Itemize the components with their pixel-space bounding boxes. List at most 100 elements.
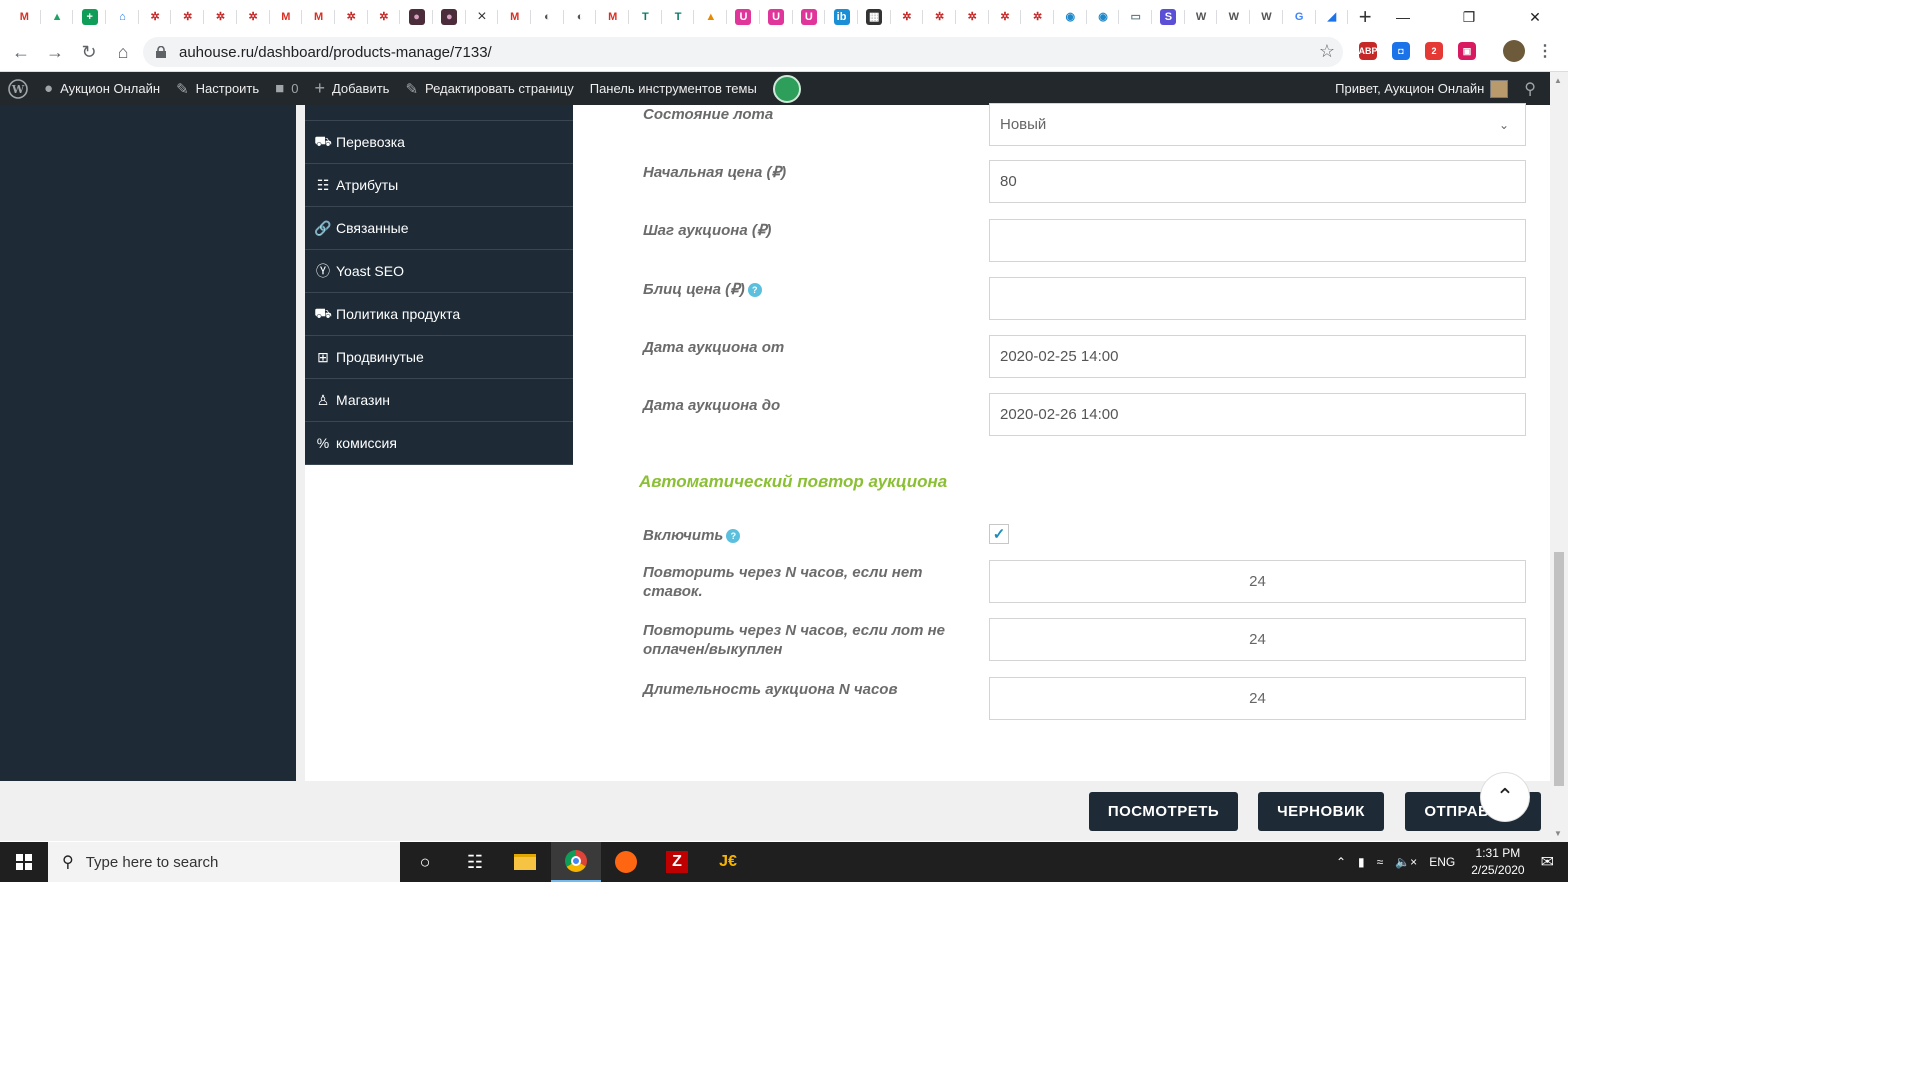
browser-tab[interactable]: ✲ <box>204 0 237 34</box>
browser-tab[interactable]: ✲ <box>989 0 1022 34</box>
cortana-icon[interactable]: ○ <box>400 842 450 882</box>
browser-tab[interactable]: M <box>270 0 303 34</box>
browser-tab[interactable]: ✲ <box>237 0 270 34</box>
file-explorer-icon[interactable] <box>500 842 550 882</box>
comments-link[interactable]: ■ 0 <box>267 72 306 105</box>
browser-tab[interactable]: T <box>662 0 695 34</box>
bookmark-star-icon[interactable]: ☆ <box>1319 41 1335 62</box>
browser-tab[interactable]: W <box>1185 0 1218 34</box>
browser-tab[interactable]: ◉ <box>1054 0 1087 34</box>
browser-tab[interactable]: M <box>596 0 629 34</box>
browser-tab[interactable]: M <box>302 0 335 34</box>
start-price-input[interactable]: 80 <box>989 160 1526 203</box>
theme-panel-link[interactable]: Панель инструментов темы <box>582 72 765 105</box>
browser-tab[interactable]: ◐ <box>564 0 597 34</box>
blitz-price-input[interactable] <box>989 277 1526 320</box>
admin-bar-account[interactable]: Привет, Аукцион Онлайн ⚲ <box>1335 72 1536 105</box>
forward-icon[interactable]: → <box>38 36 72 70</box>
browser-tab[interactable]: M <box>8 0 41 34</box>
browser-tab[interactable]: W <box>1217 0 1250 34</box>
system-clock[interactable]: 1:31 PM 2/25/2020 <box>1471 845 1524 879</box>
notification-badge-icon[interactable]: 2 <box>1425 42 1443 60</box>
show-hidden-icons[interactable]: ⌃ <box>1336 855 1346 869</box>
edit-page-link[interactable]: ✎ Редактировать страницу <box>397 72 581 105</box>
scroll-down-icon[interactable]: ▼ <box>1554 829 1562 838</box>
browser-tab[interactable]: ✲ <box>171 0 204 34</box>
wp-logo-icon[interactable]: W <box>0 72 36 105</box>
active-tab-close-icon[interactable]: × <box>465 0 499 34</box>
browser-tab[interactable]: M <box>498 0 531 34</box>
screenshot-icon[interactable]: ◘ <box>1392 42 1410 60</box>
menu-item-2[interactable]: 🔗 Связанные <box>305 207 573 250</box>
browser-tab[interactable]: ✲ <box>335 0 368 34</box>
browser-tab[interactable]: ● <box>400 0 433 34</box>
browser-tab[interactable]: ▲ <box>41 0 74 34</box>
repeat-no-bids-input[interactable]: 24 <box>989 560 1526 603</box>
draft-button[interactable]: ЧЕРНОВИК <box>1258 792 1384 831</box>
scroll-up-icon[interactable]: ▲ <box>1554 76 1562 85</box>
battery-icon[interactable]: ▮ <box>1358 855 1365 869</box>
menu-item-6[interactable]: ♙ Магазин <box>305 379 573 422</box>
browser-tab[interactable]: ⌂ <box>106 0 139 34</box>
browser-tab[interactable]: ● <box>433 0 466 34</box>
browser-tab[interactable]: ◉ <box>1087 0 1120 34</box>
home-icon[interactable]: ⌂ <box>106 36 140 70</box>
theme-badge-icon[interactable] <box>765 72 809 105</box>
browser-tab[interactable]: ✲ <box>139 0 172 34</box>
minimize-icon[interactable]: — <box>1370 0 1436 34</box>
menu-item-0[interactable]: ⛟ Перевозка <box>305 121 573 164</box>
browser-tab[interactable]: ✲ <box>891 0 924 34</box>
browser-tab[interactable]: U <box>727 0 760 34</box>
maximize-icon[interactable]: ❐ <box>1436 0 1502 34</box>
volume-mute-icon[interactable]: 🔈× <box>1395 855 1417 869</box>
browser-tab[interactable]: ib <box>825 0 858 34</box>
add-new-link[interactable]: + Добавить <box>306 72 397 105</box>
browser-tab[interactable]: U <box>793 0 826 34</box>
browser-tab[interactable]: ✲ <box>1021 0 1054 34</box>
chrome-icon[interactable] <box>551 842 601 882</box>
browser-tab[interactable]: ✲ <box>956 0 989 34</box>
help-icon[interactable]: ? <box>726 529 741 544</box>
task-view-icon[interactable]: ☷ <box>450 842 500 882</box>
browser-tab[interactable]: + <box>73 0 106 34</box>
menu-kebab-icon[interactable]: ⋮ <box>1536 42 1554 60</box>
reload-icon[interactable]: ↻ <box>72 36 106 70</box>
browser-tab[interactable]: G <box>1283 0 1316 34</box>
save-to-pocket-icon[interactable]: ▣ <box>1458 42 1476 60</box>
language-indicator[interactable]: ENG <box>1429 855 1455 869</box>
menu-item-1[interactable]: ☷ Атрибуты <box>305 164 573 207</box>
auction-step-input[interactable] <box>989 219 1526 262</box>
wifi-icon[interactable]: ≈ <box>1377 855 1384 869</box>
jetbrains-icon[interactable]: J€ <box>703 842 753 882</box>
filezilla-icon[interactable]: Z <box>652 842 702 882</box>
browser-tab[interactable]: ✲ <box>368 0 401 34</box>
taskbar-search-box[interactable]: ⚲ Type here to search <box>48 842 400 882</box>
menu-item-4[interactable]: ⛟ Политика продукта <box>305 293 573 336</box>
adblock-icon[interactable]: ABP <box>1359 42 1378 60</box>
help-icon[interactable]: ? <box>747 283 762 298</box>
scroll-thumb[interactable] <box>1554 552 1564 786</box>
page-scrollbar[interactable]: ▲ ▼ <box>1550 72 1568 842</box>
firefox-icon[interactable] <box>601 842 651 882</box>
duration-input[interactable]: 24 <box>989 677 1526 720</box>
close-window-icon[interactable]: ✕ <box>1502 0 1568 34</box>
browser-tab[interactable]: T <box>629 0 662 34</box>
search-icon[interactable]: ⚲ <box>1524 79 1536 99</box>
customize-link[interactable]: ✎ Настроить <box>168 72 267 105</box>
menu-item-5[interactable]: ⊞ Продвинутые <box>305 336 573 379</box>
browser-tab[interactable]: ◐ <box>531 0 564 34</box>
preview-button[interactable]: ПОСМОТРЕТЬ <box>1089 792 1238 831</box>
repeat-unpaid-input[interactable]: 24 <box>989 618 1526 661</box>
browser-tab[interactable]: ▲ <box>694 0 727 34</box>
enable-checkbox[interactable]: ✓ <box>989 524 1009 544</box>
browser-tab[interactable]: W <box>1250 0 1283 34</box>
browser-tab[interactable]: U <box>760 0 793 34</box>
date-to-input[interactable]: 2020-02-26 14:00 <box>989 393 1526 436</box>
address-bar[interactable]: auhouse.ru/dashboard/products-manage/713… <box>143 37 1343 67</box>
lot-state-select[interactable]: Новый ⌄ <box>989 103 1526 146</box>
back-icon[interactable]: ← <box>4 36 38 70</box>
site-name-link[interactable]: ● Аукцион Онлайн <box>36 72 168 105</box>
browser-tab[interactable]: ▭ <box>1119 0 1152 34</box>
scroll-to-top-button[interactable]: ⌃ <box>1480 772 1530 822</box>
browser-tab[interactable]: ✲ <box>923 0 956 34</box>
